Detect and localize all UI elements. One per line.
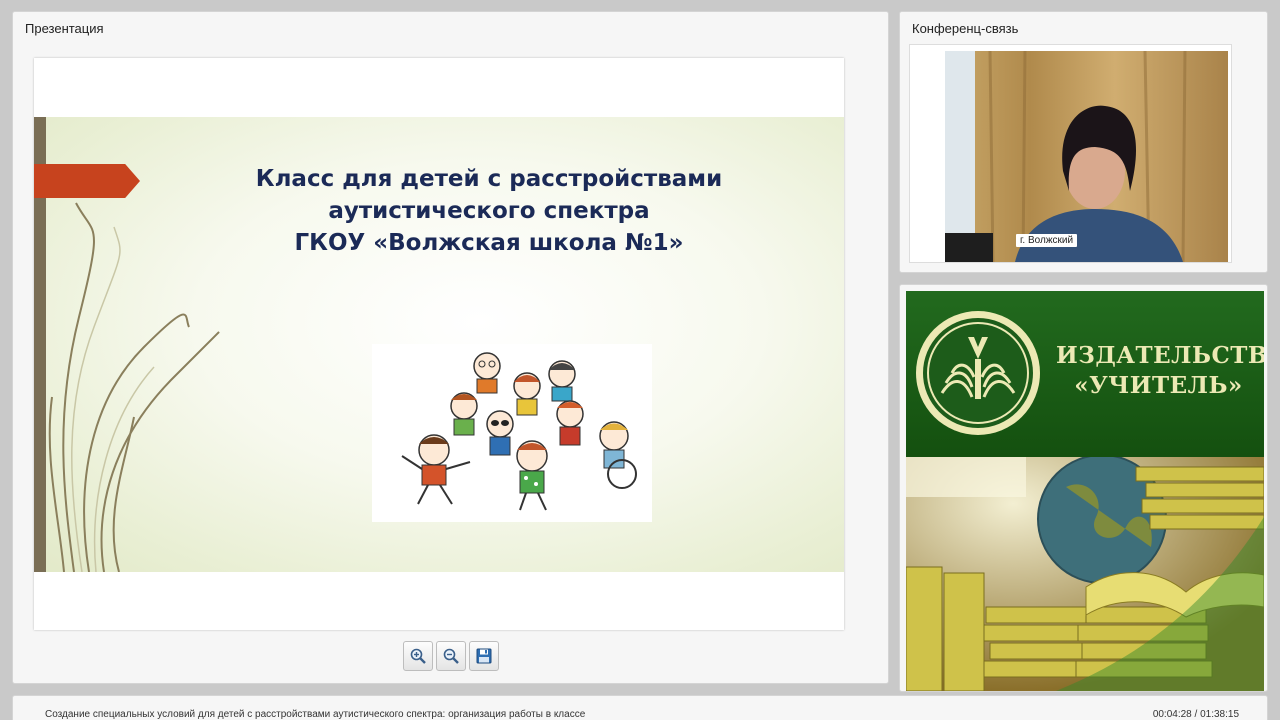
presentation-panel-title: Презентация: [25, 21, 104, 36]
child-figure-icon: [486, 410, 514, 456]
zoom-out-icon: [443, 648, 459, 664]
slide-title-line: Класс для детей с расстройствами: [255, 166, 723, 192]
child-figure-icon: [556, 400, 584, 446]
child-figure-icon: [513, 372, 541, 416]
video-feed[interactable]: [945, 51, 1228, 262]
conference-panel: Конференц-связь г. Волжский: [899, 11, 1268, 273]
zoom-out-button[interactable]: [436, 641, 466, 671]
child-figure-icon: [473, 352, 501, 394]
video-box: г. Волжский: [909, 44, 1232, 263]
zoom-in-icon: [410, 648, 426, 664]
publisher-banner[interactable]: ИЗДАТЕЛЬСТВО «УЧИТЕЛЬ»: [906, 291, 1264, 691]
publisher-logo-icon: [916, 311, 1040, 435]
playback-time: 00:04:28 / 01:38:15: [1152, 709, 1239, 720]
children-illustration: [372, 344, 652, 522]
presentation-panel: Презентация Класс для детей с расстройст…: [12, 11, 889, 684]
video-location-label: г. Волжский: [1016, 234, 1078, 247]
publisher-name-line: ИЗДАТЕЛЬСТВО: [1056, 342, 1264, 369]
child-figure-icon: [450, 392, 478, 436]
footer-bar: Создание специальных условий для детей с…: [12, 695, 1268, 720]
publisher-ad-panel: ИЗДАТЕЛЬСТВО «УЧИТЕЛЬ»: [899, 284, 1268, 692]
save-button[interactable]: [469, 641, 499, 671]
zoom-in-button[interactable]: [403, 641, 433, 671]
books-globe-image: [906, 457, 1264, 691]
publisher-name-line: «УЧИТЕЛЬ»: [1074, 372, 1243, 399]
publisher-name: ИЗДАТЕЛЬСТВО «УЧИТЕЛЬ»: [1056, 341, 1264, 401]
slide-frame: Класс для детей с расстройствами аутисти…: [34, 58, 844, 630]
slide-arrow-shape: [34, 164, 140, 198]
webinar-title: Создание специальных условий для детей с…: [45, 709, 586, 720]
conference-panel-title: Конференц-связь: [912, 21, 1019, 36]
child-figure-icon: [548, 360, 576, 402]
publisher-banner-top: ИЗДАТЕЛЬСТВО «УЧИТЕЛЬ»: [906, 291, 1264, 457]
slide-title-line: аутистического спектра: [328, 198, 650, 224]
presentation-toolbar: [403, 641, 499, 671]
save-icon: [476, 648, 492, 664]
slide: Класс для детей с расстройствами аутисти…: [34, 117, 844, 572]
slide-title-line: ГКОУ «Волжская школа №1»: [294, 230, 684, 256]
slide-title: Класс для детей с расстройствами аутисти…: [164, 163, 814, 259]
